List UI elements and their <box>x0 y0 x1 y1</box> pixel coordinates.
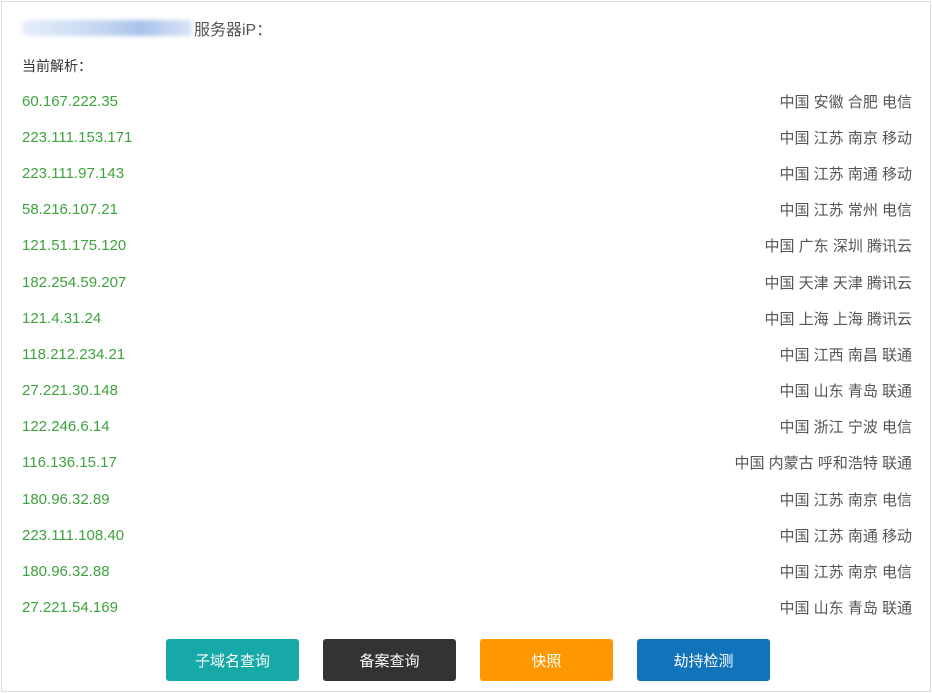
ip-record-row: 121.51.175.120 中国 广东 深圳 腾讯云 <box>22 228 912 264</box>
ip-address: 118.212.234.21 <box>22 345 126 363</box>
ip-location: 中国 江苏 南京 电信 <box>779 564 912 582</box>
ip-record-row: 223.111.108.40 中国 江苏 南通 移动 <box>22 517 912 553</box>
ip-record-row: 118.212.234.21 中国 江西 南昌 联通 <box>22 336 912 372</box>
ip-address: 180.96.32.89 <box>22 490 110 508</box>
hijack-check-button[interactable]: 劫持检测 <box>637 639 770 681</box>
subdomain-query-button[interactable]: 子域名查询 <box>166 639 299 681</box>
current-resolution-label: 当前解析： <box>22 58 92 74</box>
ip-record-row: 58.216.107.21 中国 江苏 常州 电信 <box>22 192 912 228</box>
ip-record-row: 27.221.54.169 中国 山东 青岛 联通 <box>22 590 912 626</box>
ip-location: 中国 江苏 南通 移动 <box>779 527 912 545</box>
ip-location: 中国 安徽 合肥 电信 <box>779 93 912 111</box>
ip-address: 223.111.153.171 <box>22 128 133 146</box>
ip-record-row: 122.246.6.14 中国 浙江 宁波 电信 <box>22 409 912 445</box>
ip-address: 27.221.30.148 <box>22 382 118 400</box>
result-panel: 服务器iP： 当前解析： 60.167.222.35 中国 安徽 合肥 电信 223… <box>1 1 931 692</box>
ip-location: 中国 山东 青岛 联通 <box>779 600 912 618</box>
ip-location: 中国 上海 上海 腾讯云 <box>764 310 912 328</box>
ip-location: 中国 天津 天津 腾讯云 <box>764 274 912 292</box>
ip-location: 中国 浙江 宁波 电信 <box>779 419 912 437</box>
ip-address: 122.246.6.14 <box>22 418 110 436</box>
ip-address: 182.254.59.207 <box>22 273 127 291</box>
ip-address: 58.216.107.21 <box>22 201 118 219</box>
ip-record-row: 27.221.30.148 中国 山东 青岛 联通 <box>22 373 912 409</box>
ip-location: 中国 山东 青岛 联通 <box>779 383 912 401</box>
ip-location: 中国 江苏 南通 移动 <box>779 165 912 183</box>
action-buttons: 子域名查询 备案查询 快照 劫持检测 <box>166 639 770 681</box>
ip-record-row: 180.96.32.89 中国 江苏 南京 电信 <box>22 481 912 517</box>
ip-address: 223.111.97.143 <box>22 164 125 182</box>
ip-address: 223.111.108.40 <box>22 526 125 544</box>
ip-record-row: 60.167.222.35 中国 安徽 合肥 电信 <box>22 83 912 119</box>
icp-record-query-button[interactable]: 备案查询 <box>323 639 456 681</box>
ip-record-row: 223.111.97.143 中国 江苏 南通 移动 <box>22 155 912 191</box>
ip-record-row: 182.254.59.207 中国 天津 天津 腾讯云 <box>22 264 912 300</box>
ip-location: 中国 江苏 常州 电信 <box>779 202 912 220</box>
server-ip-label: 服务器iP： <box>194 22 273 39</box>
ip-address: 180.96.32.88 <box>22 563 110 581</box>
ip-record-row: 121.4.31.24 中国 上海 上海 腾讯云 <box>22 300 912 336</box>
ip-location: 中国 广东 深圳 腾讯云 <box>764 238 912 256</box>
ip-location: 中国 内蒙古 呼和浩特 联通 <box>734 455 912 473</box>
ip-address: 121.51.175.120 <box>22 237 127 255</box>
snapshot-button[interactable]: 快照 <box>480 639 613 681</box>
ip-record-row: 180.96.32.88 中国 江苏 南京 电信 <box>22 553 912 589</box>
ip-address: 27.221.54.169 <box>22 599 118 617</box>
ip-address: 60.167.222.35 <box>22 92 118 110</box>
ip-record-row: 116.136.15.17 中国 内蒙古 呼和浩特 联通 <box>22 445 912 481</box>
ip-address: 116.136.15.17 <box>22 454 117 472</box>
ip-record-row: 223.111.153.171 中国 江苏 南京 移动 <box>22 119 912 155</box>
redacted-domain <box>22 20 192 36</box>
server-ip-heading: 服务器iP： <box>22 16 272 40</box>
ip-location: 中国 江苏 南京 移动 <box>779 129 912 147</box>
ip-record-list: 60.167.222.35 中国 安徽 合肥 电信 223.111.153.171 中… <box>22 83 912 626</box>
ip-location: 中国 江西 南昌 联通 <box>779 346 912 364</box>
ip-address: 121.4.31.24 <box>22 309 102 327</box>
ip-location: 中国 江苏 南京 电信 <box>779 491 912 509</box>
